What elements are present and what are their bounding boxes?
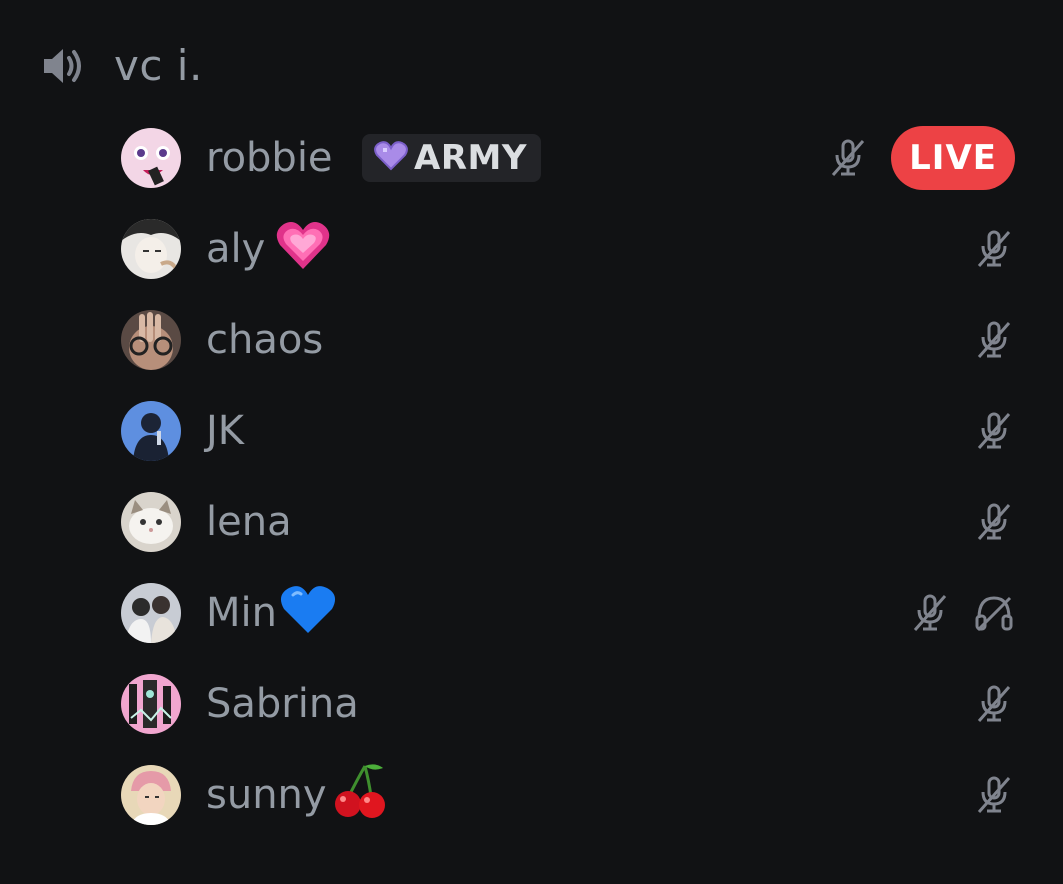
avatar[interactable] <box>121 127 181 188</box>
voice-channel-header[interactable]: vc i. <box>38 36 203 96</box>
username: robbie <box>206 134 333 181</box>
cherries-icon <box>331 762 389 827</box>
username: sunny <box>206 762 389 827</box>
username-text: sunny <box>206 771 327 818</box>
mic-muted-icon <box>973 410 1015 452</box>
user-status-icons <box>973 501 1015 543</box>
blue-heart-icon <box>279 583 337 642</box>
avatar[interactable] <box>121 764 181 825</box>
mic-muted-icon <box>973 774 1015 816</box>
channel-name: vc i. <box>114 41 203 90</box>
avatar[interactable] <box>121 491 181 552</box>
voice-user-row[interactable]: robbie ARMY LIVE <box>0 112 1063 203</box>
user-status-icons <box>973 228 1015 270</box>
user-status-icons <box>973 774 1015 816</box>
voice-user-row[interactable]: Min <box>0 567 1063 658</box>
username: Sabrina <box>206 680 359 727</box>
avatar[interactable] <box>121 673 181 734</box>
username-text: Min <box>206 589 277 636</box>
voice-user-row[interactable]: aly <box>0 203 1063 294</box>
voice-user-row[interactable]: lena <box>0 476 1063 567</box>
voice-channel-panel: vc i. robbie ARMY LIVE aly chaos JK lena… <box>0 0 1063 884</box>
mic-muted-icon <box>973 683 1015 725</box>
voice-user-row[interactable]: chaos <box>0 294 1063 385</box>
server-tag-label: ARMY <box>414 137 527 178</box>
username: JK <box>206 407 245 454</box>
mic-muted-icon <box>973 501 1015 543</box>
purple-heart-icon <box>374 140 408 175</box>
user-status-icons <box>973 410 1015 452</box>
mic-muted-icon <box>827 137 869 179</box>
avatar[interactable] <box>121 582 181 643</box>
user-status-icons <box>909 592 1015 634</box>
live-badge[interactable]: LIVE <box>891 125 1015 190</box>
user-status-icons: LIVE <box>827 125 1015 190</box>
user-status-icons <box>973 683 1015 725</box>
avatar[interactable] <box>121 218 181 279</box>
voice-user-row[interactable]: sunny <box>0 749 1063 840</box>
avatar[interactable] <box>121 309 181 370</box>
voice-user-list: robbie ARMY LIVE aly chaos JK lena Min S… <box>0 112 1063 840</box>
username: chaos <box>206 316 324 363</box>
growing-pink-heart-icon <box>275 219 331 278</box>
mic-muted-icon <box>973 228 1015 270</box>
username: lena <box>206 498 292 545</box>
avatar[interactable] <box>121 400 181 461</box>
headphones-deafened-icon <box>973 592 1015 634</box>
voice-user-row[interactable]: Sabrina <box>0 658 1063 749</box>
voice-user-row[interactable]: JK <box>0 385 1063 476</box>
user-status-icons <box>973 319 1015 361</box>
username-text: aly <box>206 225 266 272</box>
username: aly <box>206 219 331 278</box>
server-tag[interactable]: ARMY <box>362 133 541 182</box>
speaker-icon <box>38 41 88 91</box>
username: Min <box>206 583 337 642</box>
mic-muted-icon <box>909 592 951 634</box>
mic-muted-icon <box>973 319 1015 361</box>
